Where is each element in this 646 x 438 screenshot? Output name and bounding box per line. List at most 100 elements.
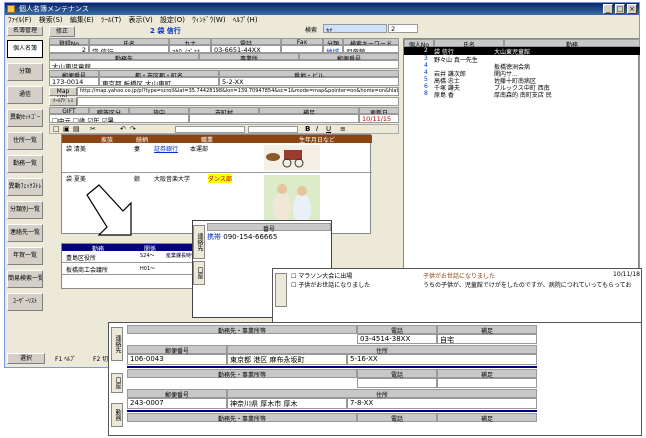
sidebar-item-comm[interactable]: 通信: [7, 86, 43, 104]
modify-button[interactable]: 修正: [49, 26, 75, 37]
zip-cell[interactable]: 173-0014: [49, 77, 99, 86]
check-nen[interactable]: ☑年: [87, 117, 99, 122]
city-cell[interactable]: 東京都 板橋区 大山東町: [99, 77, 219, 86]
undo-icon[interactable]: ↶: [120, 125, 126, 133]
check-sho[interactable]: ☑暑: [102, 117, 114, 122]
print-icon[interactable]: ▤: [73, 125, 80, 133]
note-title: 子供がお世話になりました: [423, 273, 496, 280]
fax-cell[interactable]: [281, 45, 323, 53]
sidebar: 名簿管理 個人名簿 分類 通信 異動ｾｯﾄｺﾞｰ 住所一覧 勤務一覧 異動ﾌｪｯ…: [7, 26, 45, 358]
related-name: 豊島区役所: [66, 255, 97, 262]
list-item[interactable]: 2 袋 信行 大山東児童館: [404, 47, 640, 56]
menu-help[interactable]: ﾍﾙﾌﾟ(H): [233, 16, 258, 24]
menu-edit[interactable]: 編集(E): [70, 16, 94, 24]
zip-header: 郵便番号: [299, 53, 399, 63]
tab-account[interactable]: 口座: [193, 261, 205, 285]
family-row[interactable]: 袋 清美 妻 証券銀行 本運部: [62, 143, 372, 173]
sidebar-item-transfer[interactable]: 異動ｾｯﾄｺﾞｰ: [7, 109, 43, 127]
note-cell[interactable]: [189, 114, 359, 123]
menu-settings[interactable]: 設定(O): [160, 16, 185, 24]
work-address[interactable]: 東京都 港区 麻布永坂町: [227, 354, 347, 365]
page-input[interactable]: 2: [388, 24, 418, 33]
record-no-cell[interactable]: 2: [49, 45, 89, 53]
work-note[interactable]: [437, 378, 537, 388]
italic-icon[interactable]: I: [316, 125, 318, 133]
sidebar-item-fax[interactable]: 異動ﾌｪｯｸｽﾄﾚ: [7, 178, 43, 196]
check-sai[interactable]: ☐歳: [73, 117, 85, 122]
menu-file[interactable]: ﾌｧｲﾙ(F): [8, 16, 32, 24]
list-item[interactable]: 4 岩井 謙次郎 関内サ...: [404, 69, 640, 78]
sidebar-item-category-list[interactable]: 分類別一覧: [7, 201, 43, 219]
menu-window[interactable]: ｳｨﾝﾄﾞｳ(W): [192, 16, 225, 24]
phone-row[interactable]: 携帯 090-154-66665: [207, 232, 331, 241]
mail-field[interactable]: [77, 97, 399, 106]
tab-notes[interactable]: [275, 273, 287, 307]
cut-icon[interactable]: ✂: [90, 125, 96, 133]
related-row[interactable]: 豊島区役所 S24〜 産業課長時代: [62, 251, 202, 263]
work-address-number[interactable]: 7-8-XX: [347, 398, 537, 409]
tab-contact[interactable]: 連絡先: [193, 225, 205, 259]
work-header: 勤務先: [49, 53, 199, 63]
redo-icon[interactable]: ↷: [130, 125, 136, 133]
list-item-no: 4: [424, 62, 428, 69]
keyword-cell[interactable]: 児童館: [343, 45, 399, 53]
minimize-button[interactable]: _: [603, 4, 613, 14]
search-combo[interactable]: ｶﾅ: [323, 24, 387, 33]
address-header: 郵便番号: [49, 70, 99, 80]
align-left-icon[interactable]: ≡: [340, 125, 346, 133]
category-cell[interactable]: 地域: [323, 45, 343, 53]
work-address-number[interactable]: 5-16-XX: [347, 354, 537, 365]
work-note[interactable]: 自宅: [437, 334, 537, 344]
list-item[interactable]: 6 千塚 謙夫 ブルックス中町 西南: [404, 83, 640, 92]
sidebar-item-work-list[interactable]: 勤務一覧: [7, 155, 43, 173]
sidebar-item-user-list[interactable]: ﾕｰｻﾞｰﾘｽﾄ: [7, 293, 43, 311]
note-item[interactable]: ☐ マラソン大会に出場: [291, 271, 411, 280]
list-col-work: 勤務: [504, 39, 640, 49]
sidebar-item-personal[interactable]: 個人名簿: [7, 40, 43, 58]
tab-work[interactable]: 勤務: [111, 403, 123, 427]
close-button[interactable]: ×: [627, 4, 637, 14]
street-cell[interactable]: 5-2-XX: [219, 77, 399, 86]
kana-cell[interactable]: ﾌｸﾛ ﾉﾌﾞﾕｷ: [169, 45, 211, 53]
work-zip[interactable]: 243-0007: [127, 398, 227, 409]
sidebar-header[interactable]: 名簿管理: [7, 26, 43, 36]
related-header-row: [62, 244, 202, 251]
new-icon[interactable]: □: [53, 125, 60, 133]
name-cell[interactable]: 袋 信行: [89, 45, 169, 53]
work-zip[interactable]: 106-0043: [127, 354, 227, 365]
save-icon[interactable]: ▣: [63, 125, 70, 133]
list-item[interactable]: 8 原島 香 厚南森的 南町支店 民: [404, 90, 640, 99]
check-chugen[interactable]: ☐中元: [52, 117, 71, 122]
map-url-button[interactable]: Map URL: [49, 87, 77, 102]
work-phone[interactable]: [357, 378, 437, 388]
list-item[interactable]: 3 野々山 真一先生: [404, 55, 640, 64]
bold-icon[interactable]: B: [305, 125, 310, 133]
carriage-image: [264, 145, 320, 171]
sidebar-item-quick-search[interactable]: 簡易検索一覧: [7, 270, 43, 288]
sidebar-item-address-list[interactable]: 住所一覧: [7, 132, 43, 150]
tab-account-2[interactable]: 口座: [111, 373, 123, 393]
related-row[interactable]: 板橋商工会議所 H01〜: [62, 263, 202, 275]
work-address[interactable]: 神奈川県 厚木市 厚木: [227, 398, 347, 409]
company-cell[interactable]: 大山東児童館: [49, 60, 399, 69]
menu-search[interactable]: 検索(S): [39, 16, 63, 24]
sidebar-item-category[interactable]: 分類: [7, 63, 43, 81]
section-divider: [127, 410, 537, 412]
phone-cell[interactable]: 03-6651-44XX: [211, 45, 281, 53]
menu-tools[interactable]: ﾂｰﾙ(T): [101, 16, 121, 24]
sidebar-item-contact-list[interactable]: 連絡先一覧: [7, 224, 43, 242]
size-select[interactable]: [248, 126, 298, 133]
tab-contact-2[interactable]: 連絡先: [111, 327, 123, 361]
maximize-button[interactable]: □: [615, 4, 625, 14]
list-item[interactable]: 5 高橋 忠士 佐藤十町南病区: [404, 76, 640, 85]
list-item[interactable]: 4 板橋徳洲会病: [404, 62, 640, 71]
select-button[interactable]: 選択: [7, 353, 45, 364]
menu-view[interactable]: 表示(V): [128, 16, 152, 24]
font-select[interactable]: [175, 126, 245, 133]
mail-address-button[interactable]: ﾒｰﾙｱﾄﾞﾚｽ: [49, 97, 77, 106]
note-item[interactable]: ☐ 子供がお世話になりました: [291, 280, 411, 289]
map-url-field[interactable]: http://map.yahoo.co.jp/pl?type=scroll&la…: [77, 87, 399, 96]
work-phone[interactable]: 03-4514-38XX: [357, 334, 437, 344]
underline-icon[interactable]: U: [326, 125, 331, 133]
sidebar-item-newyear-list[interactable]: 年賀一覧: [7, 247, 43, 265]
